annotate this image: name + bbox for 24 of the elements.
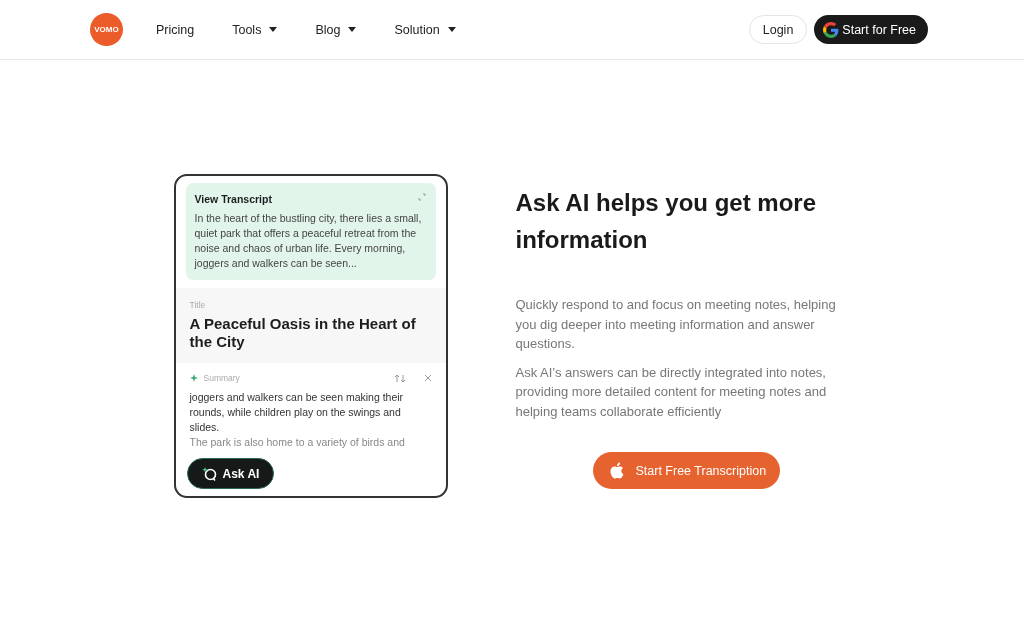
nav-link[interactable]: Pricing [156, 22, 195, 37]
transcript-text: In the heart of the bustling city, there lies a small, quiet park that offers a peaceful retreat from the noise and chaos of urban life. Every morning, joggers and walkers can be seen... [194, 211, 423, 271]
chat-sparkle-icon [201, 465, 218, 482]
description-text: Quickly respond to and focus on meeting notes, helping you dig deeper into meeting information and answer questions. [515, 296, 837, 353]
apple-logo-icon [608, 462, 624, 479]
note-title: A Peaceful Oasis in the Heart of the City [189, 315, 417, 351]
sort-icon[interactable] [393, 373, 406, 383]
description-text: Ask AI’s answers can be directly integrated into notes, providing more detailed content for meeting notes and helping teams collaborate efficiently [515, 363, 828, 421]
sparkle-icon [189, 373, 200, 383]
google-logo-icon [823, 21, 840, 38]
nav-link[interactable]: Solution [394, 22, 456, 37]
login-button[interactable]: Login [748, 15, 808, 44]
nav-link[interactable]: Tools [232, 22, 278, 37]
summary-text: joggers and walkers can be seen making their rounds, while children play on the swings and slides. [189, 390, 405, 435]
title-label: Title [189, 300, 207, 310]
ask-ai-button[interactable]: Ask AI [186, 458, 275, 489]
summary-text: The park is also home to a variety of birds and [189, 435, 406, 450]
close-icon[interactable] [423, 374, 432, 382]
summary-label: Summary [203, 373, 241, 383]
transcript-heading: View Transcript [194, 193, 272, 205]
expand-icon[interactable] [417, 193, 426, 201]
start-free-button[interactable]: Start for Free [814, 15, 928, 44]
section-heading: Ask AI helps you get more information [515, 188, 817, 255]
nav-link[interactable]: Blog [315, 22, 357, 37]
